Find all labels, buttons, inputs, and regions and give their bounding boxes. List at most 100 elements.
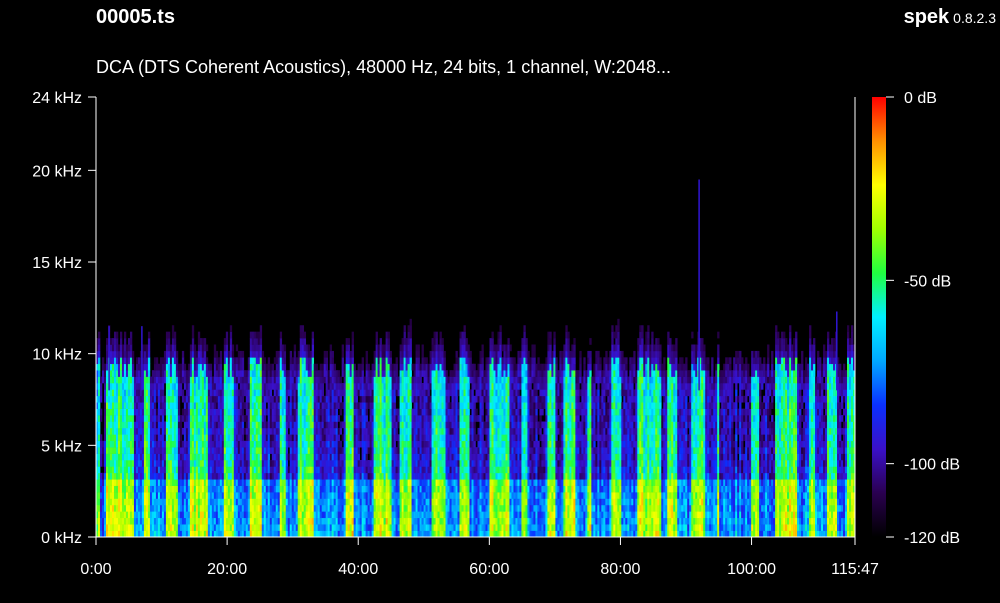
spectrogram-cell: [197, 389, 201, 397]
spectrogram-cell: [167, 402, 171, 409]
spectrogram-cell: [321, 466, 324, 474]
spectrogram-cell: [137, 472, 141, 480]
spectrogram-cell: [211, 434, 215, 442]
spectrogram-cell: [291, 485, 295, 493]
spectrogram-cell: [149, 485, 153, 493]
spectrogram-cell: [275, 415, 279, 422]
spectrogram-cell: [365, 511, 368, 519]
spectrogram-cell: [157, 524, 161, 531]
spectrogram-cell: [219, 383, 223, 390]
spectrogram-cell: [421, 479, 424, 486]
spectrogram-cell: [119, 511, 123, 519]
spectrogram-cell: [247, 408, 251, 416]
spectrogram-cell: [251, 434, 255, 442]
spectrogram-cell: [237, 363, 241, 371]
spectrogram-cell: [219, 408, 223, 416]
spectrogram-cell: [243, 524, 247, 531]
spectrogram-cell: [127, 395, 131, 403]
spectrogram-cell: [389, 376, 392, 384]
spectrogram-cell: [181, 472, 185, 480]
spectrogram-cell: [315, 415, 319, 422]
spectrogram-cell: [331, 395, 334, 403]
spectrogram-cell: [429, 517, 432, 525]
spectrogram-cell: [411, 427, 414, 435]
spectrogram-cell: [351, 453, 354, 461]
spectrogram-cell: [291, 408, 295, 416]
spectrogram-cell: [397, 415, 400, 422]
spectrogram-cell: [225, 350, 229, 358]
spectrogram-cell: [433, 408, 436, 416]
spectrogram-cell: [179, 511, 183, 519]
spectrogram-cell: [179, 363, 183, 371]
spectrogram-cell: [315, 479, 319, 486]
spectrogram-cell: [271, 408, 275, 416]
spectrogram-cell: [179, 376, 183, 384]
spectrogram-cell: [395, 415, 398, 422]
spectrogram-cell: [125, 524, 129, 531]
spectrogram-cell: [129, 408, 133, 416]
spectrogram-cell: [135, 415, 139, 422]
spectrogram-cell: [179, 479, 183, 486]
spectrogram-cell: [183, 511, 187, 519]
spectrogram-cell: [151, 460, 155, 467]
spectrogram-cell: [337, 370, 340, 377]
spectrogram-cell: [285, 447, 289, 454]
spectrogram-cell: [399, 466, 402, 474]
spectrogram-cell: [171, 421, 175, 429]
spectrogram-cell: [153, 376, 157, 384]
spectrogram-cell: [339, 479, 342, 486]
spectrogram-cell: [233, 479, 237, 486]
spectrogram-cell: [157, 492, 161, 499]
spectrogram-cell: [431, 427, 434, 435]
spectrogram-cell: [331, 434, 334, 442]
spectrogram-cell: [351, 440, 354, 448]
spectrogram-cell: [203, 479, 207, 486]
spectrogram-cell: [275, 389, 279, 397]
spectrogram-cell: [117, 389, 121, 397]
spectrogram-cell: [141, 389, 145, 397]
spectrogram-cell: [333, 440, 336, 448]
spectrogram-cell: [245, 421, 249, 429]
spectrogram-cell: [297, 485, 301, 493]
spectrogram-cell: [349, 479, 352, 486]
spectrogram-cell: [285, 434, 289, 442]
spectrogram-cell: [319, 440, 323, 448]
spectrogram-cell: [403, 421, 406, 429]
spectrogram-cell: [411, 363, 414, 371]
spectrogram-cell: [163, 466, 167, 474]
spectrogram-cell: [175, 395, 179, 403]
spectrogram-cell: [209, 440, 213, 448]
spectrogram-cell: [98, 427, 101, 435]
spectrogram-cell: [191, 466, 195, 474]
spectrogram-cell: [271, 440, 275, 448]
spectrogram-cell: [341, 472, 344, 480]
spectrogram-cell: [381, 383, 384, 390]
spectrogram-cell: [125, 485, 129, 493]
spectrogram-cell: [435, 389, 438, 397]
spectrogram-cell: [215, 485, 219, 493]
spectrogram-cell: [383, 460, 386, 467]
spectrogram-cell: [193, 427, 197, 435]
spectrogram-cell: [397, 498, 400, 506]
spectrogram-cell: [371, 370, 374, 377]
spectrogram-cell: [187, 434, 191, 442]
spectrogram-cell: [185, 498, 189, 506]
spectrogram-cell: [187, 389, 191, 397]
spectrogram-cell: [303, 357, 307, 365]
spectrogram-cell: [205, 376, 209, 384]
spectrogram-cell: [299, 338, 303, 345]
spectrogram-cell: [217, 421, 221, 429]
spectrogram-cell: [235, 376, 239, 384]
spectrogram-cell: [245, 434, 249, 442]
spectrogram-cell: [105, 421, 109, 429]
spectrogram-cell: [245, 389, 249, 397]
spectrogram-cell: [275, 421, 279, 429]
spectrogram-cell: [143, 472, 147, 480]
spectrogram-cell: [339, 440, 342, 448]
spectrogram-cell: [299, 524, 303, 531]
spectrogram-cell: [265, 421, 269, 429]
spectrogram-cell: [395, 357, 398, 365]
spectrogram-cell: [347, 376, 350, 384]
spectrogram-cell: [289, 498, 293, 506]
spectrogram-cell: [261, 504, 265, 512]
